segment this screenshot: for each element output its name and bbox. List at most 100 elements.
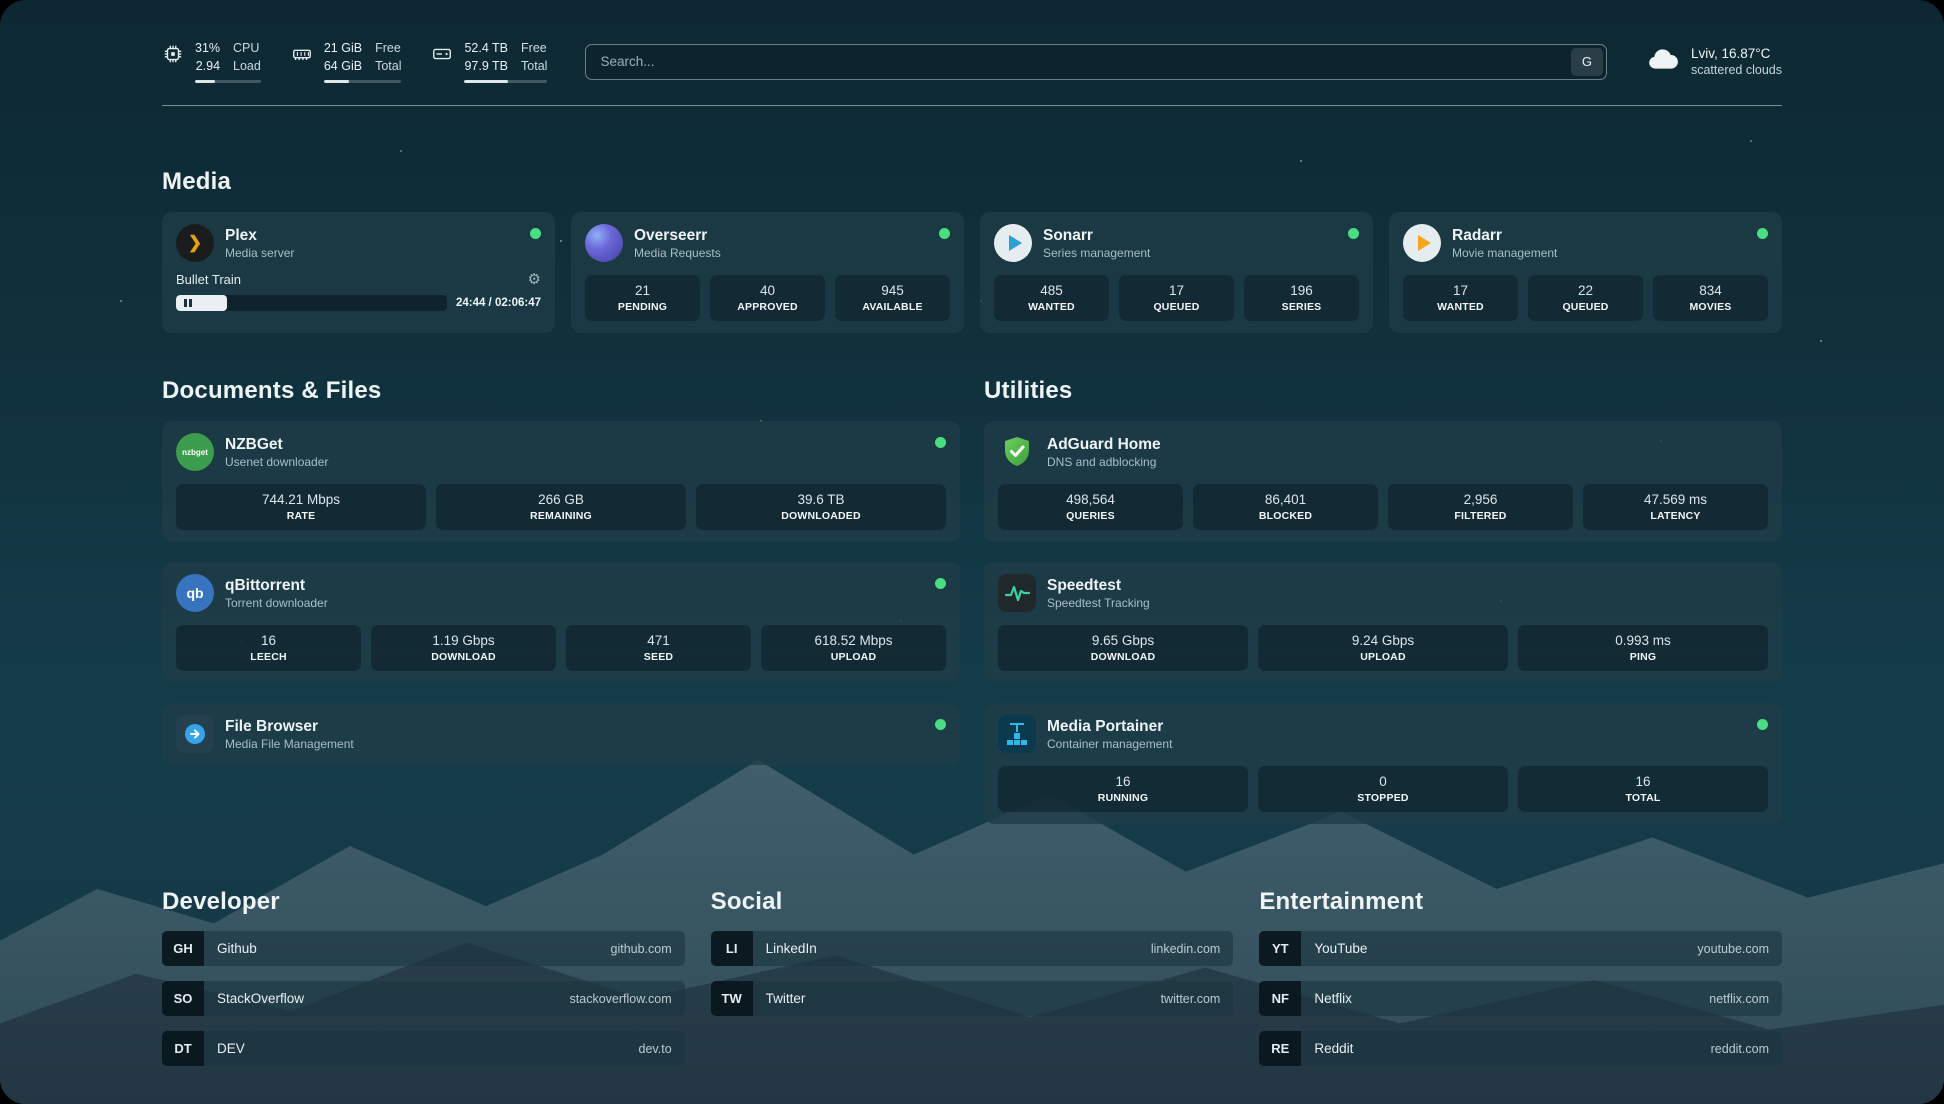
header-divider: [162, 105, 1782, 106]
cpu-stat: 31% 2.94 CPU Load: [162, 40, 261, 83]
bookmark-abbr: RE: [1259, 1031, 1301, 1066]
cpu-usage-bar: [195, 80, 261, 83]
service-subtitle: Media File Management: [225, 737, 354, 751]
stat-box: 17 WANTED: [1403, 275, 1518, 321]
bookmark-abbr: DT: [162, 1031, 204, 1066]
service-card-nzbget[interactable]: nzbget NZBGet Usenet downloader 744.21 M…: [162, 421, 960, 542]
memory-usage-bar: [324, 80, 402, 83]
memory-free-value: 21 GiB: [324, 40, 362, 58]
bookmark-name: DEV: [217, 1041, 245, 1056]
bookmark-url: youtube.com: [1697, 942, 1769, 956]
bookmark-name: Github: [217, 941, 257, 956]
service-card-overseerr[interactable]: Overseerr Media Requests 21 PENDING 40 A…: [571, 212, 964, 333]
now-playing-title: Bullet Train: [176, 272, 241, 287]
service-name: Speedtest: [1047, 576, 1150, 595]
search-bar: G: [585, 44, 1607, 80]
cpu-percent: 31%: [195, 40, 220, 58]
bookmark-url: reddit.com: [1711, 1042, 1769, 1056]
service-name: Sonarr: [1043, 226, 1150, 245]
stat-box: 744.21 Mbps RATE: [176, 484, 426, 530]
disk-stat: 52.4 TB 97.9 TB Free Total: [431, 40, 547, 83]
disk-total-value: 97.9 TB: [464, 58, 508, 76]
stat-box: 21 PENDING: [585, 275, 700, 321]
service-card-sonarr[interactable]: Sonarr Series management 485 WANTED 17 Q…: [980, 212, 1373, 333]
stat-box: 47.569 ms LATENCY: [1583, 484, 1768, 530]
service-card-adguard[interactable]: AdGuard Home DNS and adblocking 498,564 …: [984, 421, 1782, 542]
section-title-documents: Documents & Files: [162, 377, 960, 405]
stat-box: 485 WANTED: [994, 275, 1109, 321]
gear-icon[interactable]: ⚙: [528, 272, 541, 287]
service-name: Overseerr: [634, 226, 721, 245]
service-card-radarr[interactable]: Radarr Movie management 17 WANTED 22 QUE…: [1389, 212, 1782, 333]
bookmark-url: netflix.com: [1709, 992, 1769, 1006]
service-subtitle: Movie management: [1452, 246, 1557, 260]
stat-box: 16 TOTAL: [1518, 766, 1768, 812]
status-dot: [935, 437, 946, 448]
stat-box: 39.6 TB DOWNLOADED: [696, 484, 946, 530]
service-subtitle: Speedtest Tracking: [1047, 596, 1150, 610]
bookmark-url: twitter.com: [1161, 992, 1221, 1006]
search-provider-button[interactable]: G: [1571, 48, 1603, 76]
service-subtitle: Torrent downloader: [225, 596, 328, 610]
service-card-speedtest[interactable]: Speedtest Speedtest Tracking 9.65 Gbps D…: [984, 562, 1782, 683]
disk-icon: [431, 43, 453, 70]
qbittorrent-icon: qb: [176, 574, 214, 612]
service-card-filebrowser[interactable]: File Browser Media File Management: [162, 703, 960, 765]
bookmark-netflix[interactable]: NF Netflix netflix.com: [1259, 981, 1782, 1016]
stat-box: 196 SERIES: [1244, 275, 1359, 321]
memory-stat: 21 GiB 64 GiB Free Total: [291, 40, 402, 83]
speedtest-icon: [998, 574, 1036, 612]
weather-condition: scattered clouds: [1691, 63, 1782, 77]
service-name: Plex: [225, 226, 294, 245]
stat-box: 86,401 BLOCKED: [1193, 484, 1378, 530]
memory-free-label: Free: [375, 40, 401, 58]
bookmark-dev[interactable]: DT DEV dev.to: [162, 1031, 685, 1066]
stat-box: 2,956 FILTERED: [1388, 484, 1573, 530]
bookmark-url: stackoverflow.com: [570, 992, 672, 1006]
service-card-portainer[interactable]: Media Portainer Container management 16 …: [984, 703, 1782, 824]
bookmark-name: Reddit: [1314, 1041, 1353, 1056]
bookmark-name: Netflix: [1314, 991, 1352, 1006]
service-name: File Browser: [225, 717, 354, 736]
section-title-social: Social: [711, 888, 1234, 916]
bookmark-reddit[interactable]: RE Reddit reddit.com: [1259, 1031, 1782, 1066]
service-name: Media Portainer: [1047, 717, 1172, 736]
section-title-entertainment: Entertainment: [1259, 888, 1782, 916]
stat-box: 0.993 ms PING: [1518, 625, 1768, 671]
service-subtitle: Usenet downloader: [225, 455, 328, 469]
memory-total-label: Total: [375, 58, 401, 76]
service-card-qbittorrent[interactable]: qb qBittorrent Torrent downloader 16 LEE…: [162, 562, 960, 683]
disk-usage-bar: [464, 80, 547, 83]
bookmark-youtube[interactable]: YT YouTube youtube.com: [1259, 931, 1782, 966]
playback-time: 24:44 / 02:06:47: [456, 297, 541, 309]
stat-box: 9.24 Gbps UPLOAD: [1258, 625, 1508, 671]
bookmark-twitter[interactable]: TW Twitter twitter.com: [711, 981, 1234, 1016]
service-subtitle: Container management: [1047, 737, 1172, 751]
bookmark-abbr: SO: [162, 981, 204, 1016]
section-title-developer: Developer: [162, 888, 685, 916]
plex-icon: ❯: [176, 224, 214, 262]
service-name: AdGuard Home: [1047, 435, 1161, 454]
adguard-icon: [998, 433, 1036, 471]
bookmark-abbr: NF: [1259, 981, 1301, 1016]
disk-free-value: 52.4 TB: [464, 40, 508, 58]
pause-icon: [184, 299, 192, 307]
bookmark-stackoverflow[interactable]: SO StackOverflow stackoverflow.com: [162, 981, 685, 1016]
service-card-plex[interactable]: ❯ Plex Media server Bullet Train ⚙: [162, 212, 555, 333]
memory-icon: [291, 43, 313, 70]
bookmark-url: linkedin.com: [1151, 942, 1220, 956]
disk-total-label: Total: [521, 58, 547, 76]
nzbget-icon: nzbget: [176, 433, 214, 471]
bookmark-url: github.com: [611, 942, 672, 956]
search-input[interactable]: [585, 44, 1607, 80]
stat-box: 40 APPROVED: [710, 275, 825, 321]
cpu-label: CPU: [233, 40, 261, 58]
stat-box: 22 QUEUED: [1528, 275, 1643, 321]
bookmark-linkedin[interactable]: LI LinkedIn linkedin.com: [711, 931, 1234, 966]
playback-progress-bar: [176, 295, 447, 311]
status-dot: [1348, 228, 1359, 239]
cpu-icon: [162, 43, 184, 70]
bookmark-abbr: GH: [162, 931, 204, 966]
bookmark-github[interactable]: GH Github github.com: [162, 931, 685, 966]
service-name: Radarr: [1452, 226, 1557, 245]
